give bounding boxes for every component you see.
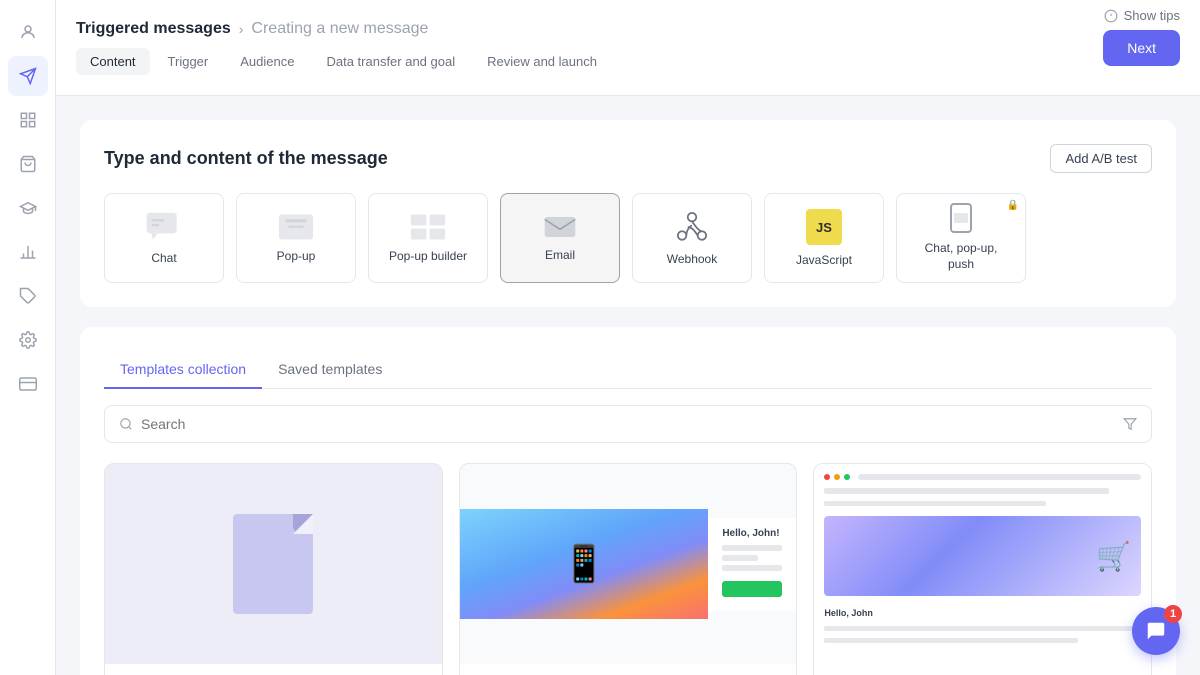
search-input[interactable] (141, 416, 1115, 432)
phone-icon (950, 203, 972, 233)
sidebar-item-send[interactable] (8, 56, 48, 96)
discount-card-info: Email Email with a discount (814, 664, 1151, 675)
sidebar (0, 0, 56, 675)
discount-preview: 🛒 Hello, John (814, 464, 1151, 664)
type-card-email[interactable]: Email (500, 193, 620, 283)
tab-data-transfer[interactable]: Data transfer and goal (312, 48, 469, 75)
browser-bar (824, 474, 1141, 480)
search-icon (119, 417, 133, 431)
breadcrumb: Triggered messages › Creating a new mess… (76, 20, 611, 38)
template-card-scratch[interactable]: Create a triggered message from scratch (104, 463, 443, 675)
sidebar-item-shop[interactable] (8, 144, 48, 184)
scratch-preview (105, 464, 442, 664)
subscription-cta-wrap (722, 577, 782, 601)
next-button[interactable]: Next (1103, 30, 1180, 66)
browser-address-bar (858, 474, 1141, 480)
template-tabs: Templates collection Saved templates (104, 351, 1152, 389)
discount-line-1 (824, 626, 1141, 631)
section-header: Type and content of the message Add A/B … (104, 144, 1152, 173)
type-card-chat[interactable]: Chat (104, 193, 224, 283)
sidebar-item-chart[interactable] (8, 232, 48, 272)
browser-dot-red (824, 474, 830, 480)
message-type-section: Type and content of the message Add A/B … (80, 120, 1176, 307)
breadcrumb-separator: › (239, 21, 244, 37)
sidebar-item-user[interactable] (8, 12, 48, 52)
sidebar-item-grad[interactable] (8, 188, 48, 228)
subscription-body: Hello, John! (708, 518, 796, 611)
section-title: Type and content of the message (104, 148, 388, 169)
email-line-1 (722, 545, 782, 551)
type-card-javascript-label: JavaScript (796, 253, 852, 267)
breadcrumb-parent[interactable]: Triggered messages (76, 20, 231, 38)
subscription-card-info: Email Subscription email (460, 664, 797, 675)
email-line-3 (722, 565, 782, 571)
discount-header-line (824, 488, 1109, 494)
discount-line-2 (824, 638, 1077, 643)
type-card-popup-label: Pop-up (277, 249, 316, 263)
discount-greeting: Hello, John (824, 608, 873, 618)
message-type-cards: Chat Pop-up (104, 193, 1152, 283)
topbar: Triggered messages › Creating a new mess… (56, 0, 1200, 96)
type-card-email-label: Email (545, 248, 575, 262)
type-card-javascript[interactable]: JS JavaScript (764, 193, 884, 283)
browser-dot-yellow (834, 474, 840, 480)
browser-dot-green (844, 474, 850, 480)
type-card-popup-builder[interactable]: Pop-up builder (368, 193, 488, 283)
template-grid: Create a triggered message from scratch … (104, 463, 1152, 675)
tab-content[interactable]: Content (76, 48, 150, 75)
phone-screen (954, 213, 968, 223)
chat-popup-push-icon (950, 203, 972, 233)
scratch-card-info: Create a triggered message from scratch (105, 664, 442, 675)
subscription-illustration: 📱 (460, 509, 709, 619)
template-card-discount[interactable]: 🛒 Hello, John Email Email w (813, 463, 1152, 675)
tab-audience[interactable]: Audience (226, 48, 308, 75)
tab-saved-templates[interactable]: Saved templates (262, 351, 398, 389)
discount-image: 🛒 (824, 516, 1141, 596)
type-card-chat-label: Chat (151, 251, 176, 265)
js-icon: JS (806, 209, 842, 245)
subscription-cta-btn (722, 581, 782, 597)
tab-trigger[interactable]: Trigger (154, 48, 223, 75)
sidebar-item-gear[interactable] (8, 320, 48, 360)
sidebar-item-card[interactable] (8, 364, 48, 404)
lock-icon: 🔒 (1007, 200, 1019, 211)
chat-widget[interactable]: 1 (1132, 607, 1180, 655)
email-line-2 (722, 555, 758, 561)
chat-widget-badge: 1 (1164, 605, 1182, 623)
show-tips[interactable]: Show tips (1104, 8, 1180, 23)
type-card-chat-popup-push-label: Chat, pop-up,push (925, 241, 998, 272)
sidebar-item-puzzle[interactable] (8, 276, 48, 316)
subscription-preview: 📱 Hello, John! (460, 464, 797, 664)
nav-tabs: Content Trigger Audience Data transfer a… (76, 48, 611, 75)
sidebar-item-grid[interactable] (8, 100, 48, 140)
template-card-subscription[interactable]: 📱 Hello, John! (459, 463, 798, 675)
tab-templates-collection[interactable]: Templates collection (104, 351, 262, 389)
scratch-file-icon (233, 514, 313, 614)
content-area: Type and content of the message Add A/B … (56, 96, 1200, 675)
chat-widget-icon (1145, 620, 1167, 642)
type-card-chat-popup-push[interactable]: 🔒 Chat, pop-up,push (896, 193, 1026, 283)
subscription-greeting: Hello, John! (722, 528, 782, 539)
type-card-popup[interactable]: Pop-up (236, 193, 356, 283)
topbar-left: Triggered messages › Creating a new mess… (76, 20, 611, 75)
add-ab-button[interactable]: Add A/B test (1050, 144, 1152, 173)
show-tips-label: Show tips (1124, 8, 1180, 23)
tab-review[interactable]: Review and launch (473, 48, 611, 75)
breadcrumb-current: Creating a new message (251, 20, 428, 38)
type-card-popup-builder-label: Pop-up builder (389, 249, 467, 263)
templates-section: Templates collection Saved templates (80, 327, 1176, 675)
discount-subheader-line (824, 501, 1046, 506)
type-card-webhook-label: Webhook (667, 252, 717, 266)
main-content: Triggered messages › Creating a new mess… (56, 0, 1200, 675)
search-bar (104, 405, 1152, 443)
filter-icon[interactable] (1123, 417, 1137, 431)
type-card-webhook[interactable]: Webhook (632, 193, 752, 283)
